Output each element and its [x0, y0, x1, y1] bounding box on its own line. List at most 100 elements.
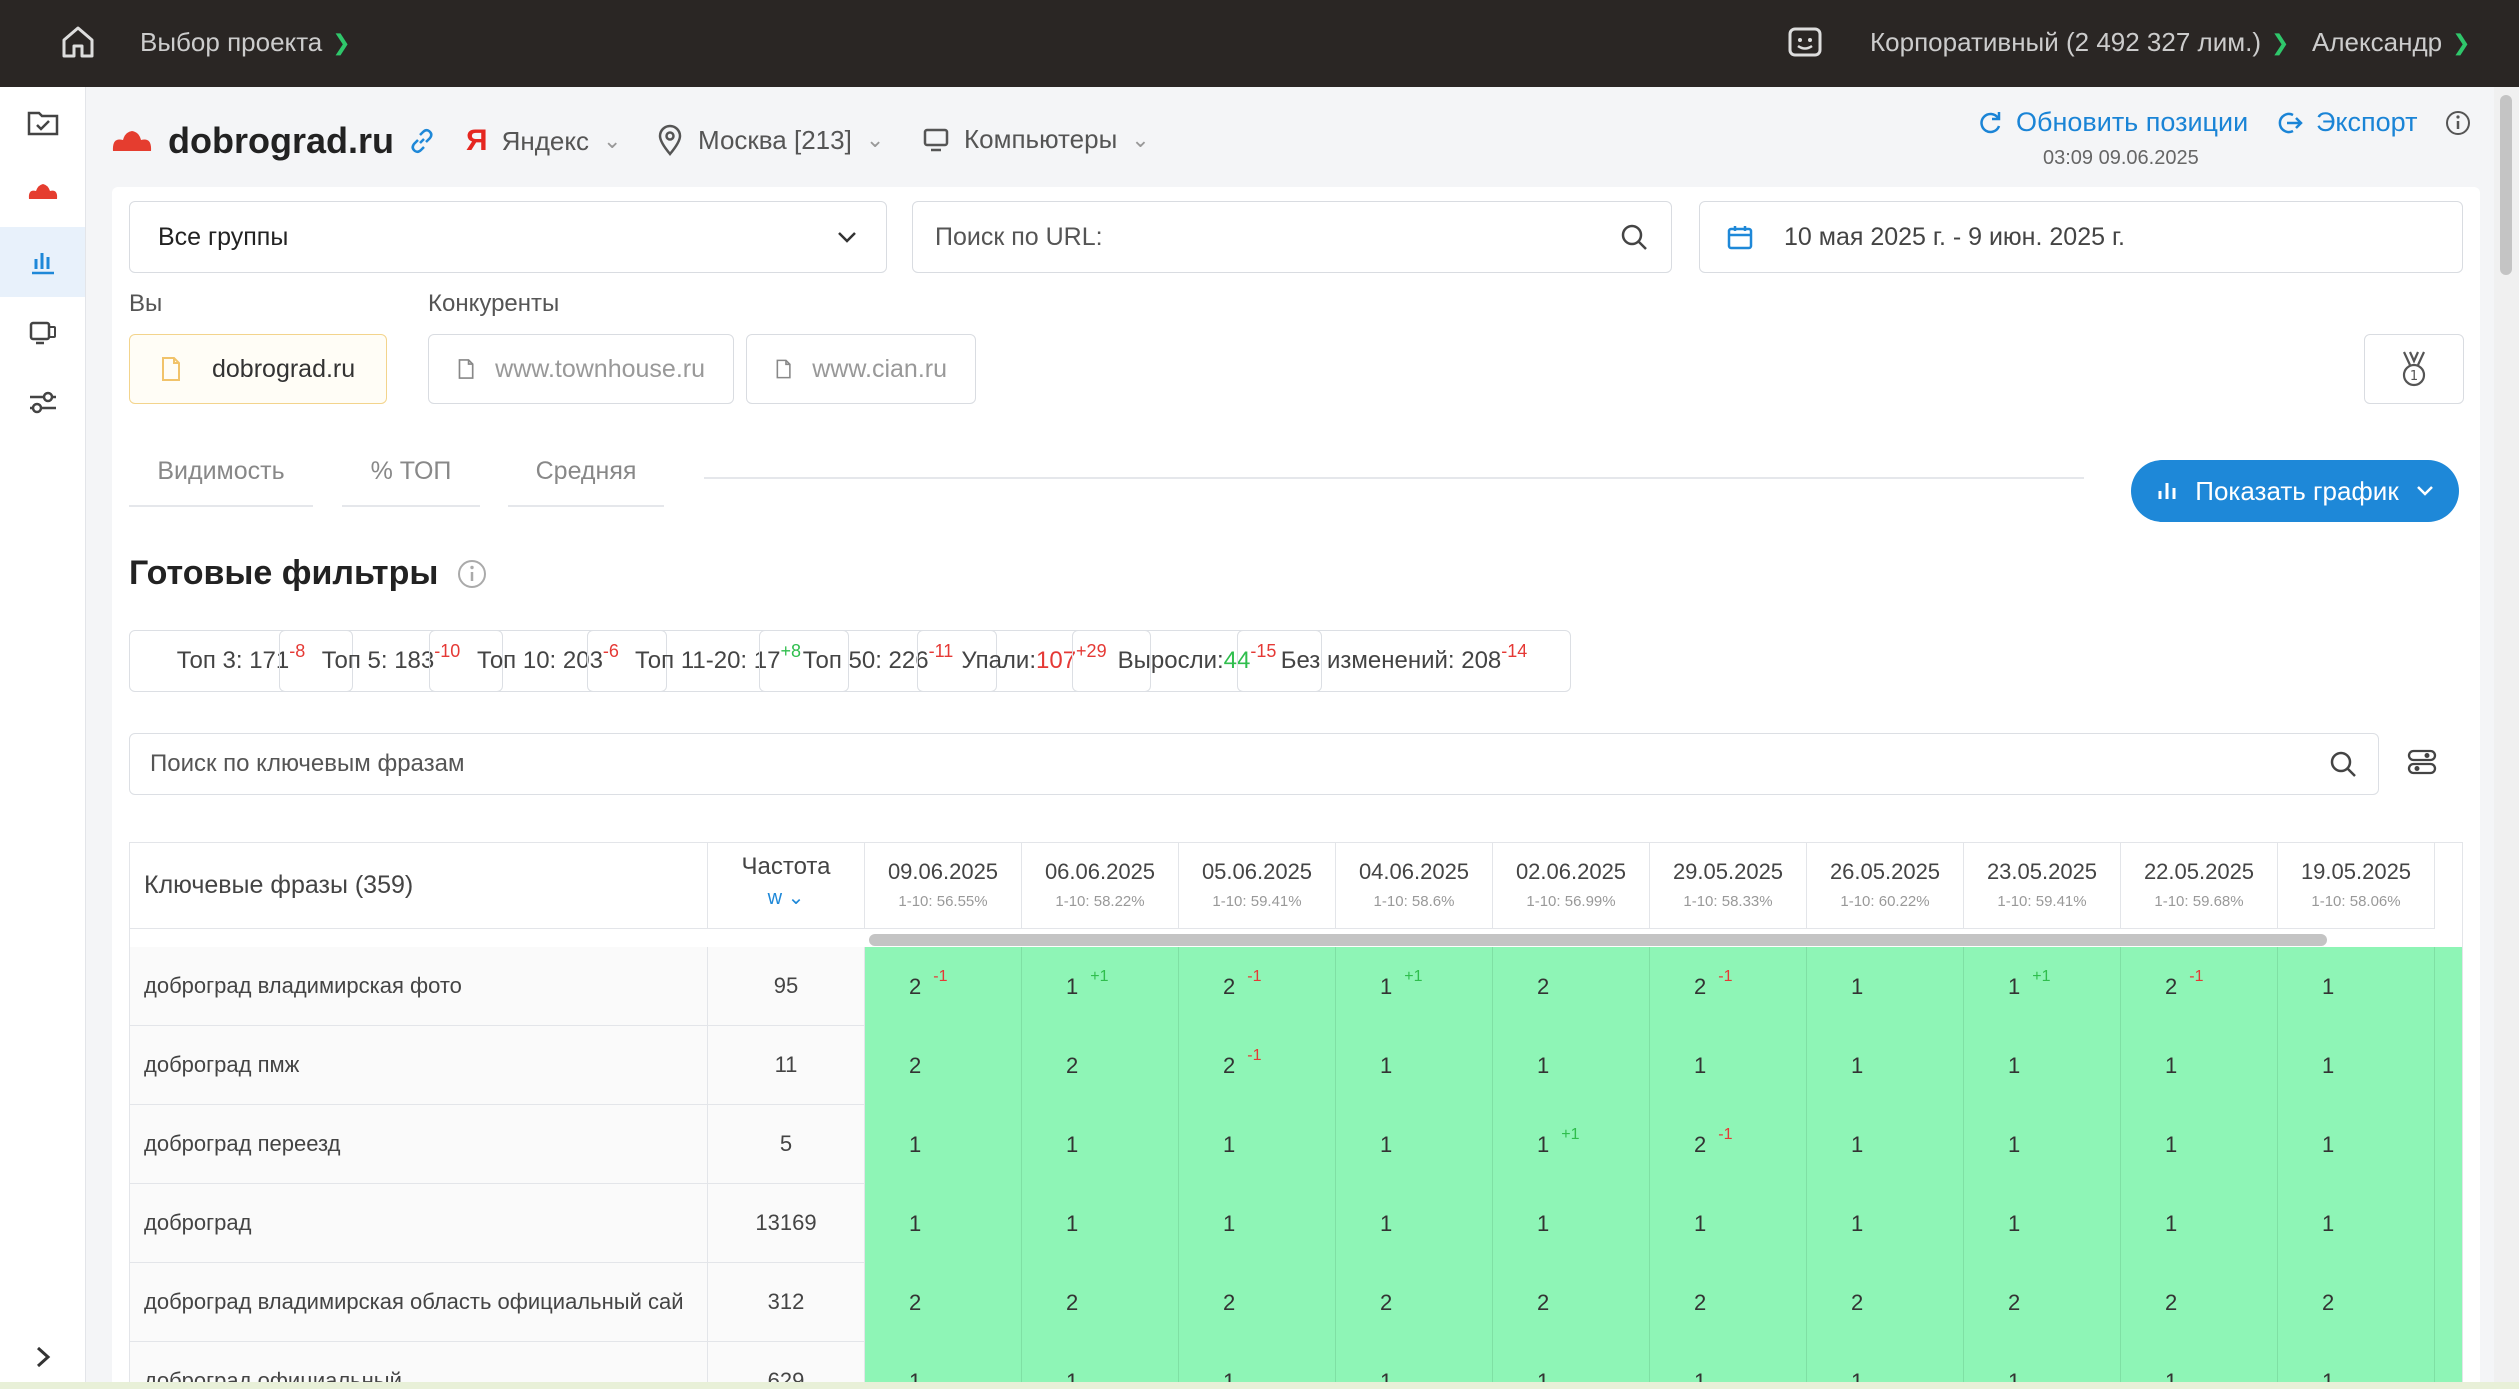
position-cell[interactable]: 1 — [1336, 1026, 1493, 1105]
region-select[interactable]: Москва [213] ⌄ — [656, 124, 884, 156]
link-icon[interactable] — [408, 127, 436, 155]
keyword-search-input[interactable]: Поиск по ключевым фразам — [129, 733, 2379, 795]
sidebar-item-settings[interactable] — [0, 367, 85, 437]
device-select[interactable]: Компьютеры ⌄ — [922, 124, 1150, 155]
own-site-chip[interactable]: dobrograd.ru — [129, 334, 387, 404]
tab-average[interactable]: Средняя — [508, 437, 664, 507]
tab-top-percent[interactable]: % ТОП — [342, 437, 480, 507]
vertical-scrollbar[interactable] — [2494, 87, 2519, 1389]
position-cell[interactable]: 1 — [2278, 1105, 2435, 1184]
column-header-date[interactable]: 23.05.2025 1-10: 59.41% — [1964, 843, 2121, 929]
frequency-type-select[interactable]: w ⌄ — [708, 885, 864, 910]
position-cell[interactable]: 2 — [1022, 1263, 1179, 1342]
table-settings-icon[interactable] — [2405, 745, 2439, 784]
position-cell[interactable]: 2 — [1650, 1263, 1807, 1342]
position-cell[interactable]: 2 — [1022, 1026, 1179, 1105]
award-button[interactable]: 1 — [2364, 334, 2464, 404]
horizontal-scrollbar[interactable] — [865, 929, 2462, 947]
position-cell[interactable]: 1 +1 — [1336, 947, 1493, 1026]
url-search-input[interactable]: Поиск по URL: — [912, 201, 1672, 273]
position-cell[interactable]: 1 — [1336, 1105, 1493, 1184]
position-cell[interactable]: 1 — [1179, 1105, 1336, 1184]
position-cell[interactable]: 1 — [1807, 1105, 1964, 1184]
position-cell[interactable]: 1 — [1807, 1184, 1964, 1263]
position-cell[interactable]: 1 +1 — [1964, 947, 2121, 1026]
show-chart-button[interactable]: Показать график — [2131, 460, 2459, 522]
position-cell[interactable]: 2 — [1179, 1263, 1336, 1342]
column-header-date[interactable]: 06.06.2025 1-10: 58.22% — [1022, 843, 1179, 929]
position-cell[interactable]: 1 — [1807, 947, 1964, 1026]
sidebar-item-projects[interactable] — [0, 87, 85, 157]
position-cell[interactable]: 1 +1 — [1022, 947, 1179, 1026]
project-select[interactable]: Выбор проекта ❯ — [140, 27, 351, 58]
position-cell[interactable]: 1 — [1493, 1184, 1650, 1263]
info-icon[interactable] — [456, 558, 488, 590]
position-cell[interactable]: 1 — [2121, 1105, 2278, 1184]
position-cell[interactable]: 1 — [865, 1105, 1022, 1184]
plan-select[interactable]: Корпоративный (2 492 327 лим.) ❯ — [1870, 27, 2289, 58]
position-cell[interactable]: 1 +1 — [1493, 1105, 1650, 1184]
update-positions-button[interactable]: Обновить позиции — [1976, 107, 2248, 138]
chat-icon[interactable] — [1785, 24, 1825, 64]
position-cell[interactable]: 2 — [865, 1026, 1022, 1105]
competitor-chip[interactable]: www.cian.ru — [746, 334, 976, 404]
position-cell[interactable]: 1 — [2278, 1026, 2435, 1105]
position-cell[interactable]: 2 -1 — [1650, 1105, 1807, 1184]
keyword-cell[interactable]: доброград владимирская область официальн… — [130, 1263, 708, 1342]
keyword-cell[interactable]: доброград владимирская фото — [130, 947, 708, 1026]
position-cell[interactable]: 2 -1 — [1179, 1026, 1336, 1105]
position-cell[interactable]: 1 — [1807, 1026, 1964, 1105]
position-cell[interactable]: 2 -1 — [2121, 947, 2278, 1026]
position-cell[interactable]: 2 -1 — [1179, 947, 1336, 1026]
sidebar-item-site[interactable] — [0, 157, 85, 227]
position-cell[interactable]: 1 — [865, 1184, 1022, 1263]
export-button[interactable]: Экспорт — [2276, 107, 2417, 138]
position-cell[interactable]: 1 — [1179, 1184, 1336, 1263]
position-cell[interactable]: 2 — [1493, 1263, 1650, 1342]
date-range-picker[interactable]: 10 мая 2025 г. - 9 июн. 2025 г. — [1699, 201, 2463, 273]
position-cell[interactable]: 2 — [865, 1263, 1022, 1342]
position-cell[interactable]: 1 — [1964, 1184, 2121, 1263]
position-cell[interactable]: 1 — [2278, 947, 2435, 1026]
position-cell[interactable]: 1 — [1336, 1184, 1493, 1263]
position-cell[interactable]: 2 — [1964, 1263, 2121, 1342]
search-icon[interactable] — [2328, 749, 2358, 779]
column-header-frequency[interactable]: Частота w ⌄ — [708, 843, 865, 929]
position-cell[interactable]: 1 — [1964, 1105, 2121, 1184]
column-header-date[interactable]: 26.05.2025 1-10: 60.22% — [1807, 843, 1964, 929]
keyword-cell[interactable]: доброград пмж — [130, 1026, 708, 1105]
home-icon[interactable] — [58, 22, 98, 62]
position-cell[interactable]: 2 -1 — [865, 947, 1022, 1026]
position-cell[interactable]: 2 — [2278, 1263, 2435, 1342]
search-icon[interactable] — [1619, 222, 1649, 252]
scrollbar-thumb[interactable] — [2500, 95, 2512, 275]
position-cell[interactable]: 2 — [1807, 1263, 1964, 1342]
sidebar-expand-icon[interactable] — [26, 1340, 60, 1374]
groups-select[interactable]: Все группы — [129, 201, 887, 273]
keyword-cell[interactable]: доброград — [130, 1184, 708, 1263]
sidebar-item-devices[interactable] — [0, 297, 85, 367]
column-header-date[interactable]: 09.06.2025 1-10: 56.55% — [865, 843, 1022, 929]
tab-visibility[interactable]: Видимость — [129, 437, 313, 507]
filter-chip[interactable]: Без изменений: 208 -14 — [1237, 630, 1571, 692]
column-header-date[interactable]: 05.06.2025 1-10: 59.41% — [1179, 843, 1336, 929]
competitor-chip[interactable]: www.townhouse.ru — [428, 334, 734, 404]
position-cell[interactable]: 2 — [1493, 947, 1650, 1026]
keyword-cell[interactable]: доброград переезд — [130, 1105, 708, 1184]
search-engine-select[interactable]: Я Яндекс ⌄ — [466, 124, 621, 158]
position-cell[interactable]: 1 — [1650, 1184, 1807, 1263]
position-cell[interactable]: 2 — [1336, 1263, 1493, 1342]
info-icon[interactable] — [2444, 109, 2472, 142]
position-cell[interactable]: 1 — [2278, 1184, 2435, 1263]
sidebar-item-positions[interactable] — [0, 227, 85, 297]
scrollbar-thumb[interactable] — [869, 934, 2327, 946]
position-cell[interactable]: 1 — [1022, 1105, 1179, 1184]
position-cell[interactable]: 1 — [1493, 1026, 1650, 1105]
column-header-date[interactable]: 19.05.2025 1-10: 58.06% — [2278, 843, 2435, 929]
position-cell[interactable]: 2 — [2121, 1263, 2278, 1342]
position-cell[interactable]: 1 — [1650, 1026, 1807, 1105]
column-header-date[interactable]: 02.06.2025 1-10: 56.99% — [1493, 843, 1650, 929]
position-cell[interactable]: 1 — [2121, 1026, 2278, 1105]
column-header-date[interactable]: 29.05.2025 1-10: 58.33% — [1650, 843, 1807, 929]
column-header-date[interactable]: 04.06.2025 1-10: 58.6% — [1336, 843, 1493, 929]
